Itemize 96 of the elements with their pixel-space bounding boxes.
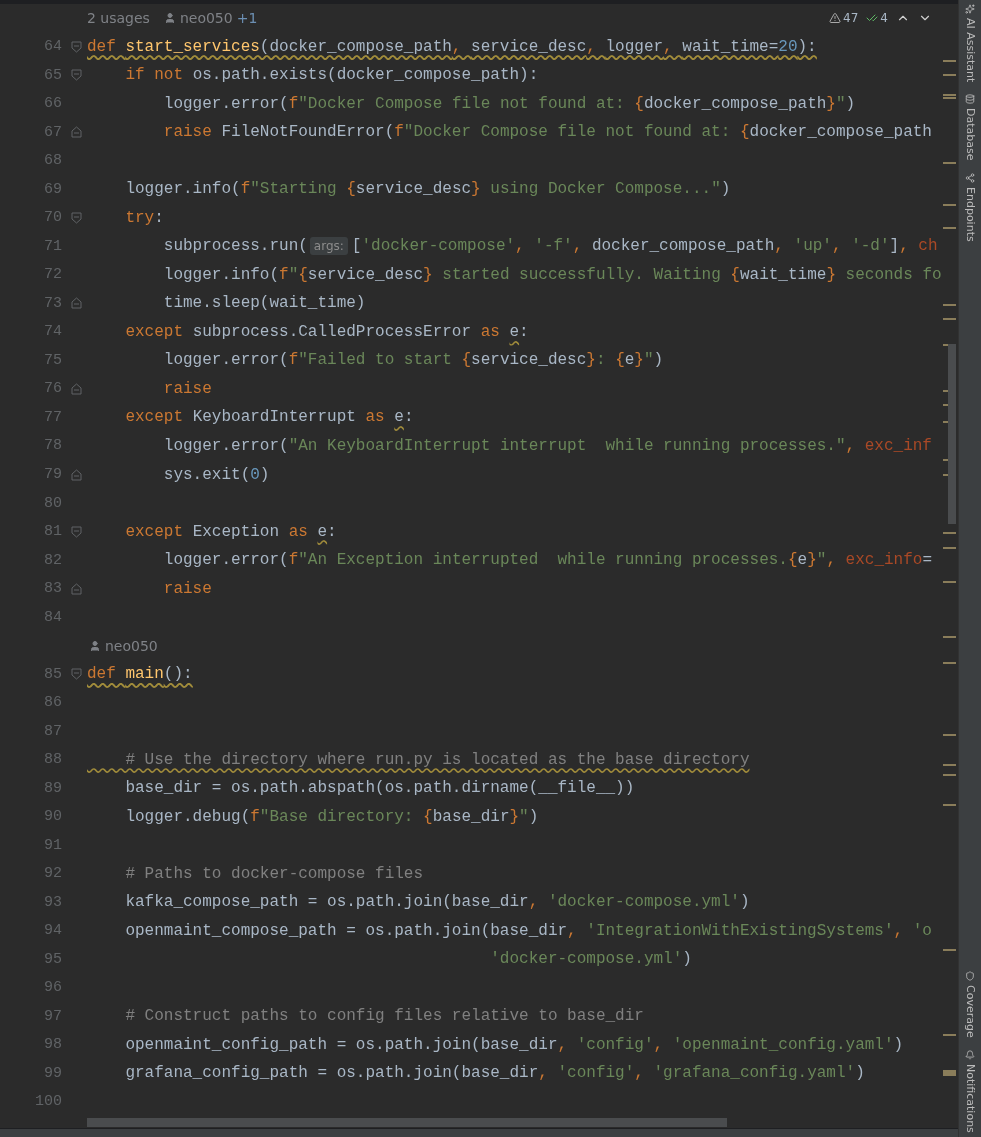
code-line: raise bbox=[162, 379, 212, 398]
code-line: logger.info(f"Starting {service_desc} using Docker Compose...") bbox=[124, 180, 731, 199]
line-number: 79 bbox=[43, 466, 63, 483]
code-line: # Construct paths to config files relative to base_dir bbox=[124, 1007, 644, 1026]
code-line: raise bbox=[162, 579, 212, 598]
horizontal-scrollbar[interactable] bbox=[87, 1117, 727, 1127]
tool-window-icon bbox=[965, 172, 975, 183]
code-line: subprocess.run( args: ['docker-compose', '-f', docker_compose_path, 'up', '-d'], ch bbox=[162, 237, 938, 256]
line-number: 99 bbox=[43, 1064, 63, 1082]
fold-icon[interactable] bbox=[71, 582, 82, 595]
tool-window-button[interactable]: Database bbox=[963, 94, 977, 161]
fold-icon[interactable] bbox=[71, 40, 82, 53]
warning-count: 47 bbox=[843, 11, 859, 26]
line-number: 81 bbox=[43, 523, 63, 541]
line-number: 83 bbox=[43, 580, 63, 598]
code-line: logger.error(f"Failed to start {service_desc}: {e}") bbox=[162, 351, 664, 370]
line-number: 82 bbox=[43, 551, 63, 569]
code-line: # Use the directory where run.py is located as the base directory bbox=[124, 750, 750, 769]
code-line: 'docker-compose.yml') bbox=[489, 950, 692, 969]
fold-icon[interactable] bbox=[71, 468, 82, 481]
line-number: 76 bbox=[43, 380, 63, 398]
line-number: 85 bbox=[43, 665, 63, 683]
code-line: logger.error(f"An Exception interrupted while running processes.{e}", exc_info= bbox=[162, 551, 932, 570]
line-number: 78 bbox=[43, 437, 63, 455]
code-line: grafana_config_path = os.path.join(base_dir, 'config', 'grafana_config.yaml') bbox=[124, 1064, 865, 1083]
tool-window-button[interactable]: Endpoints bbox=[963, 172, 977, 242]
tool-window-icon bbox=[965, 4, 975, 14]
code-line: time.sleep(wait_time) bbox=[162, 294, 366, 313]
code-line: except Exception as e: bbox=[124, 522, 337, 541]
code-line: def start_services(docker_compose_path, service_desc, logger, wait_time=20): bbox=[87, 37, 817, 56]
tool-window-button[interactable]: Coverage bbox=[963, 971, 977, 1039]
coauthors-count[interactable]: +1 bbox=[236, 10, 258, 27]
line-number: 97 bbox=[43, 1007, 63, 1025]
line-number: 95 bbox=[43, 950, 63, 968]
line-number: 74 bbox=[43, 323, 63, 341]
fold-icon[interactable] bbox=[71, 69, 82, 82]
code-line: try: bbox=[124, 208, 164, 227]
line-number: 64 bbox=[43, 38, 63, 56]
code-line: except KeyboardInterrupt as e: bbox=[124, 408, 414, 427]
line-number: 72 bbox=[43, 266, 63, 284]
line-number: 68 bbox=[43, 152, 63, 170]
line-number: 66 bbox=[43, 95, 63, 113]
line-number: 70 bbox=[43, 209, 63, 227]
line-number: 87 bbox=[43, 722, 63, 740]
user-icon bbox=[163, 12, 176, 25]
tool-window-icon bbox=[965, 1050, 975, 1061]
code-line: openmaint_config_path = os.path.join(base_dir, 'config', 'openmaint_config.yaml') bbox=[124, 1035, 904, 1054]
fold-icon[interactable] bbox=[71, 525, 82, 538]
code-line: logger.info(f"{service_desc} started successfully. Waiting {wait_time} seconds fo bbox=[162, 265, 942, 284]
check-count: 4 bbox=[880, 11, 888, 26]
line-number: 93 bbox=[43, 893, 63, 911]
fold-icon[interactable] bbox=[71, 382, 82, 395]
code-line: if not os.path.exists(docker_compose_path): bbox=[124, 66, 539, 85]
tool-window-icon bbox=[965, 94, 975, 105]
tool-window-icon bbox=[965, 971, 975, 982]
warning-icon[interactable] bbox=[829, 12, 842, 25]
code-line: logger.error(f"Docker Compose file not found at: {docker_compose_path}") bbox=[162, 94, 856, 113]
line-number: 73 bbox=[43, 294, 63, 312]
line-number: 88 bbox=[43, 751, 63, 769]
user-icon bbox=[89, 639, 101, 652]
line-number: 100 bbox=[34, 1093, 63, 1111]
line-number: 69 bbox=[43, 180, 63, 198]
usages-hint[interactable]: 2 usages bbox=[87, 10, 150, 27]
code-line: except subprocess.CalledProcessError as e: bbox=[124, 322, 529, 341]
fold-icon[interactable] bbox=[71, 297, 82, 310]
line-number: 75 bbox=[43, 351, 63, 369]
line-number: 86 bbox=[43, 694, 63, 712]
line-number: 71 bbox=[43, 237, 63, 255]
line-number: 80 bbox=[43, 494, 63, 512]
code-line: sys.exit(0) bbox=[162, 465, 270, 484]
author-hint[interactable]: neo050 bbox=[179, 10, 233, 27]
line-number: 91 bbox=[43, 836, 63, 854]
fold-icon[interactable] bbox=[71, 211, 82, 224]
code-line: raise FileNotFoundError(f"Docker Compose file not found at: {docker_compose_path bbox=[162, 123, 932, 142]
line-number: 98 bbox=[43, 1036, 63, 1054]
code-line: kafka_compose_path = os.path.join(base_dir, 'docker-compose.yml') bbox=[124, 893, 750, 912]
line-number: 92 bbox=[43, 865, 63, 883]
code-line: base_dir = os.path.abspath(os.path.dirname(__file__)) bbox=[124, 779, 635, 798]
line-number: 94 bbox=[43, 922, 63, 940]
line-number: 77 bbox=[43, 408, 63, 426]
fold-icon[interactable] bbox=[71, 668, 82, 681]
line-number: 67 bbox=[43, 123, 63, 141]
code-line: logger.error("An KeyboardInterrupt interrupt while running processes.", exc_inf bbox=[162, 437, 932, 455]
line-number: 65 bbox=[43, 66, 63, 84]
line-number: 96 bbox=[43, 979, 63, 997]
code-line: # Paths to docker-compose files bbox=[124, 864, 424, 883]
author-hint[interactable]: neo050 bbox=[105, 637, 158, 654]
code-line: def main(): bbox=[87, 665, 193, 684]
code-line: openmaint_compose_path = os.path.join(base_dir, 'IntegrationWithExistingSystems', 'o bbox=[124, 921, 932, 940]
tool-window-button[interactable]: Notifications bbox=[963, 1050, 977, 1133]
fold-icon[interactable] bbox=[71, 126, 82, 139]
line-number: 90 bbox=[43, 808, 63, 826]
line-number: 89 bbox=[43, 779, 63, 797]
code-line: logger.debug(f"Base directory: {base_dir}") bbox=[124, 807, 539, 826]
tool-window-button[interactable]: AI Assistant bbox=[963, 4, 977, 83]
line-number: 84 bbox=[43, 608, 63, 626]
